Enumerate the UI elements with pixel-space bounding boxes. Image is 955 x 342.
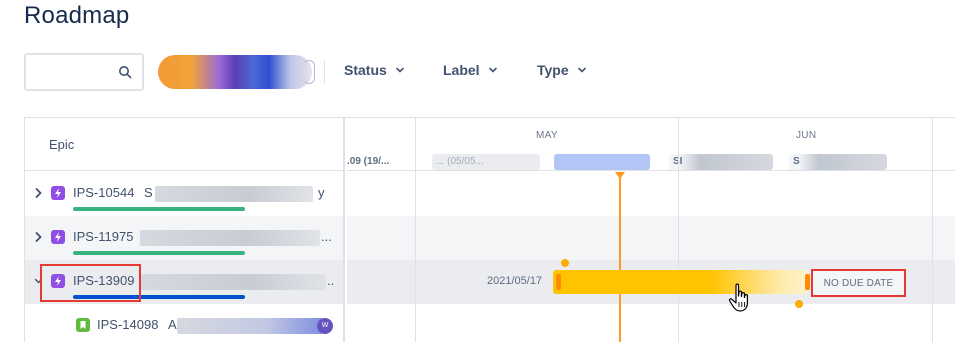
epic-row[interactable]: IPS-10544 S y xyxy=(25,172,343,216)
avatar-group-overflow[interactable] xyxy=(303,60,315,84)
label-filter-label: Label xyxy=(443,62,480,78)
epic-icon xyxy=(51,230,65,244)
type-filter-label: Type xyxy=(537,62,569,78)
search-box[interactable] xyxy=(24,53,144,91)
redacted-summary xyxy=(177,318,323,334)
epic-summary-tail: ... xyxy=(321,229,332,244)
timeline-grid: MAY JUN .09 (19/... ... (05/05... SI S 2… xyxy=(347,118,955,342)
sprint-label[interactable]: .09 (19/... xyxy=(345,154,405,170)
epic-key[interactable]: IPS-10544 xyxy=(73,185,134,200)
no-due-date-label: NO DUE DATE xyxy=(811,269,906,297)
hand-cursor-icon xyxy=(728,283,748,312)
end-date-handle[interactable] xyxy=(795,300,803,308)
epic-list: Epic IPS-10544 S y IPS-11975 ... IPS-139… xyxy=(25,118,345,342)
epic-schedule-bar[interactable] xyxy=(553,270,810,294)
story-key[interactable]: IPS-14098 xyxy=(97,317,158,332)
story-row[interactable]: IPS-14098 A W xyxy=(25,304,343,342)
progress-bar xyxy=(73,251,245,255)
sprint-label[interactable]: ... (05/05... xyxy=(432,154,540,170)
epic-key[interactable]: IPS-11975 xyxy=(73,229,133,244)
timeline-header: MAY JUN .09 (19/... ... (05/05... SI S xyxy=(347,118,955,171)
progress-bar xyxy=(73,207,245,211)
epic-summary-tail: y xyxy=(318,185,325,200)
bar-start-date: 2021/05/17 xyxy=(487,275,543,287)
redacted-summary xyxy=(140,274,326,290)
today-marker-icon xyxy=(615,172,625,179)
sprint-label-active[interactable] xyxy=(554,154,650,170)
chevron-down-icon xyxy=(488,67,497,73)
search-input[interactable] xyxy=(32,62,112,82)
bar-resize-handle-left[interactable] xyxy=(556,274,561,290)
sprint-label[interactable]: SI xyxy=(669,154,773,170)
search-icon xyxy=(119,66,132,79)
roadmap-panel: Epic IPS-10544 S y IPS-11975 ... IPS-139… xyxy=(24,117,955,342)
start-date-handle[interactable] xyxy=(561,259,569,267)
redacted-summary xyxy=(155,186,313,202)
bar-resize-handle-right[interactable] xyxy=(805,274,810,290)
label-filter-dropdown[interactable]: Label xyxy=(443,62,498,78)
story-summary-fragment: A xyxy=(168,317,177,332)
redacted-summary xyxy=(140,230,320,246)
chevron-right-icon[interactable] xyxy=(34,231,43,243)
grid-line xyxy=(415,118,416,342)
highlight-box xyxy=(40,264,141,302)
status-filter-dropdown[interactable]: Status xyxy=(344,62,405,78)
status-filter-label: Status xyxy=(344,62,387,78)
grid-line xyxy=(678,118,679,342)
assignee-avatar[interactable]: W xyxy=(317,318,333,334)
timeline-row xyxy=(347,216,955,260)
story-icon xyxy=(76,318,90,332)
epic-row[interactable]: IPS-11975 ... xyxy=(25,216,343,260)
type-filter-dropdown[interactable]: Type xyxy=(537,62,587,78)
chevron-down-icon xyxy=(395,67,404,73)
chevron-down-icon xyxy=(577,67,586,73)
epic-icon xyxy=(51,186,65,200)
grid-line xyxy=(932,118,933,342)
month-label-jun: JUN xyxy=(796,130,817,141)
filter-divider xyxy=(324,60,325,84)
page-title: Roadmap xyxy=(24,2,130,29)
today-marker-line xyxy=(619,172,621,342)
assignee-avatar-group[interactable] xyxy=(158,55,315,89)
chevron-right-icon[interactable] xyxy=(34,187,43,199)
epic-summary-tail: .. xyxy=(327,273,335,288)
sprint-label[interactable]: S xyxy=(789,154,887,170)
epic-column-header: Epic xyxy=(25,118,343,171)
epic-summary-fragment: S xyxy=(144,185,153,200)
month-label-may: MAY xyxy=(536,130,558,141)
